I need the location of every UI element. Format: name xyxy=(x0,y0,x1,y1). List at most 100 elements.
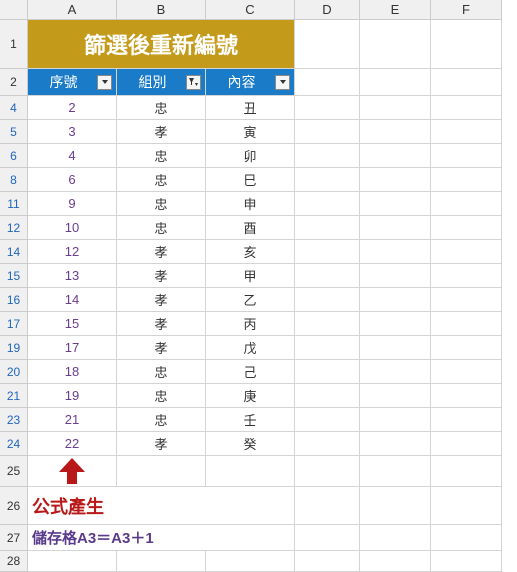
row-header-16[interactable]: 16 xyxy=(0,288,28,312)
empty-cell[interactable] xyxy=(431,432,502,456)
cell-seq[interactable]: 13 xyxy=(28,264,117,288)
cell-group[interactable]: 孝 xyxy=(117,432,206,456)
row-header-6[interactable]: 6 xyxy=(0,144,28,168)
cell-content[interactable]: 丙 xyxy=(206,312,295,336)
cell-group[interactable]: 忠 xyxy=(117,144,206,168)
empty-cell[interactable] xyxy=(431,69,502,96)
cell-group[interactable]: 孝 xyxy=(117,264,206,288)
cell-seq[interactable]: 17 xyxy=(28,336,117,360)
empty-cell[interactable] xyxy=(360,96,431,120)
row-header-19[interactable]: 19 xyxy=(0,336,28,360)
col-header-D[interactable]: D xyxy=(295,0,360,20)
empty-cell[interactable] xyxy=(431,288,502,312)
row-header-5[interactable]: 5 xyxy=(0,120,28,144)
empty-cell[interactable] xyxy=(431,120,502,144)
empty-cell[interactable] xyxy=(431,525,502,551)
empty-cell[interactable] xyxy=(295,96,360,120)
empty-cell[interactable] xyxy=(295,216,360,240)
empty-cell[interactable] xyxy=(431,408,502,432)
row-header-1[interactable]: 1 xyxy=(0,20,28,69)
cell-seq[interactable]: 15 xyxy=(28,312,117,336)
cell-seq[interactable]: 2 xyxy=(28,96,117,120)
empty-cell[interactable] xyxy=(28,551,117,572)
row-header-27[interactable]: 27 xyxy=(0,525,28,551)
cell-group[interactable]: 忠 xyxy=(117,96,206,120)
empty-cell[interactable] xyxy=(206,456,295,487)
cell-content[interactable]: 寅 xyxy=(206,120,295,144)
cell-group[interactable]: 孝 xyxy=(117,240,206,264)
col-header-F[interactable]: F xyxy=(431,0,502,20)
empty-cell[interactable] xyxy=(295,360,360,384)
empty-cell[interactable] xyxy=(295,69,360,96)
empty-cell[interactable] xyxy=(360,487,431,525)
empty-cell[interactable] xyxy=(295,264,360,288)
col-header-B[interactable]: B xyxy=(117,0,206,20)
empty-cell[interactable] xyxy=(295,456,360,487)
row-header-4[interactable]: 4 xyxy=(0,96,28,120)
empty-cell[interactable] xyxy=(295,288,360,312)
empty-cell[interactable] xyxy=(431,96,502,120)
cell-seq[interactable]: 18 xyxy=(28,360,117,384)
empty-cell[interactable] xyxy=(431,456,502,487)
empty-cell[interactable] xyxy=(360,336,431,360)
col-header-C[interactable]: C xyxy=(206,0,295,20)
empty-cell[interactable] xyxy=(431,336,502,360)
cell-content[interactable]: 丑 xyxy=(206,96,295,120)
row-header-25[interactable]: 25 xyxy=(0,456,28,487)
empty-cell[interactable] xyxy=(360,216,431,240)
empty-cell[interactable] xyxy=(295,487,360,525)
cell-content[interactable]: 申 xyxy=(206,192,295,216)
empty-cell[interactable] xyxy=(117,551,206,572)
empty-cell[interactable] xyxy=(295,312,360,336)
cell-seq[interactable]: 4 xyxy=(28,144,117,168)
row-header-11[interactable]: 11 xyxy=(0,192,28,216)
empty-cell[interactable] xyxy=(431,264,502,288)
cell-group[interactable]: 孝 xyxy=(117,336,206,360)
empty-cell[interactable] xyxy=(295,240,360,264)
empty-cell[interactable] xyxy=(117,456,206,487)
cell-group[interactable]: 忠 xyxy=(117,408,206,432)
filter-button-group[interactable] xyxy=(186,75,201,90)
cell-content[interactable]: 乙 xyxy=(206,288,295,312)
empty-cell[interactable] xyxy=(360,69,431,96)
row-header-12[interactable]: 12 xyxy=(0,216,28,240)
empty-cell[interactable] xyxy=(295,408,360,432)
empty-cell[interactable] xyxy=(360,551,431,572)
empty-cell[interactable] xyxy=(431,168,502,192)
filter-button-content[interactable] xyxy=(275,75,290,90)
cell-content[interactable]: 巳 xyxy=(206,168,295,192)
empty-cell[interactable] xyxy=(360,264,431,288)
empty-cell[interactable] xyxy=(431,551,502,572)
empty-cell[interactable] xyxy=(360,408,431,432)
filter-button-seq[interactable] xyxy=(97,75,112,90)
col-header-E[interactable]: E xyxy=(360,0,431,20)
cell-group[interactable]: 孝 xyxy=(117,288,206,312)
empty-cell[interactable] xyxy=(295,551,360,572)
cell-group[interactable]: 忠 xyxy=(117,216,206,240)
empty-cell[interactable] xyxy=(431,216,502,240)
cell-seq[interactable]: 22 xyxy=(28,432,117,456)
cell-group[interactable]: 忠 xyxy=(117,384,206,408)
formula-text-cell[interactable]: 儲存格A3＝A3＋1 xyxy=(28,525,295,551)
cell-group[interactable]: 忠 xyxy=(117,168,206,192)
cell-content[interactable]: 己 xyxy=(206,360,295,384)
cell-content[interactable]: 甲 xyxy=(206,264,295,288)
cell-content[interactable]: 庚 xyxy=(206,384,295,408)
empty-cell[interactable] xyxy=(295,336,360,360)
arrow-cell[interactable] xyxy=(28,456,117,487)
row-header-24[interactable]: 24 xyxy=(0,432,28,456)
empty-cell[interactable] xyxy=(295,144,360,168)
empty-cell[interactable] xyxy=(360,168,431,192)
col-header-A[interactable]: A xyxy=(28,0,117,20)
empty-cell[interactable] xyxy=(295,432,360,456)
empty-cell[interactable] xyxy=(295,192,360,216)
empty-cell[interactable] xyxy=(295,168,360,192)
empty-cell[interactable] xyxy=(360,144,431,168)
cell-seq[interactable]: 14 xyxy=(28,288,117,312)
row-header-21[interactable]: 21 xyxy=(0,384,28,408)
cell-group[interactable]: 忠 xyxy=(117,192,206,216)
empty-cell[interactable] xyxy=(295,525,360,551)
empty-cell[interactable] xyxy=(206,551,295,572)
cell-seq[interactable]: 21 xyxy=(28,408,117,432)
row-header-8[interactable]: 8 xyxy=(0,168,28,192)
